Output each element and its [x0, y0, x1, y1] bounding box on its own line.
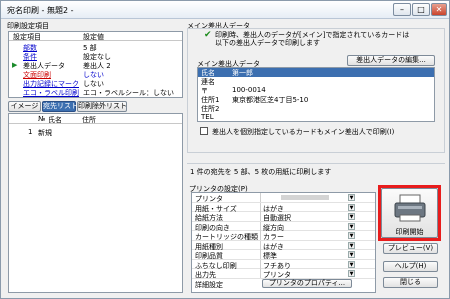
- tab-image[interactable]: イメージ: [8, 101, 41, 112]
- address-list-header: № 氏名 住所: [9, 114, 182, 124]
- sender-notice: 印刷時、差出人のデータが[メイン]で指定されているカードは以下の差出人データで印…: [215, 31, 410, 47]
- sender-row-address2: 住所2: [198, 104, 434, 113]
- printer-field-value[interactable]: ▼: [260, 193, 355, 202]
- printer-field-value[interactable]: はがき ▼: [260, 202, 355, 213]
- chevron-down-icon[interactable]: ▼: [348, 260, 355, 268]
- help-button[interactable]: ヘルプ(H): [383, 261, 438, 272]
- sender-field-value: 100-0014: [232, 86, 266, 94]
- chevron-down-icon[interactable]: ▼: [348, 203, 355, 211]
- chevron-down-icon[interactable]: ▼: [348, 194, 355, 201]
- sender-row-tel: TEL: [198, 113, 434, 122]
- divider: [187, 163, 445, 164]
- printer-row-cartridge[interactable]: カートリッジの種類 カラー ▼: [192, 231, 375, 241]
- settings-item-value: エコ・ラベルシール：しない: [83, 89, 174, 97]
- list-item-name: 新規: [38, 129, 52, 137]
- printer-field-value[interactable]: はがき ▼: [260, 240, 355, 251]
- printer-row-paper-size[interactable]: 用紙・サイズ はがき ▼: [192, 202, 375, 213]
- print-summary: 1 件の宛先を 5 部、5 枚の用紙に印刷します: [190, 168, 332, 176]
- print-dialog-window: 宛名印刷 - 無題2 - – □ ✕ 印刷設定項目 設定項目 設定値 部数 5 …: [0, 0, 450, 299]
- chevron-down-icon[interactable]: ▼: [348, 232, 355, 239]
- settings-items-table: 設定項目 設定値 部数 5 部 条件 設定なし ▶ 差出人データ 差出人 2 文…: [8, 31, 183, 98]
- printer-field-value[interactable]: カラー ▼: [260, 231, 355, 241]
- printer-row-printer[interactable]: プリンタ ▼: [192, 193, 375, 203]
- column-header-address: 住所: [82, 116, 96, 124]
- printer-field-label: 詳細設定: [195, 280, 223, 289]
- settings-item-label[interactable]: エコ・ラベル印刷: [23, 88, 79, 98]
- settings-group-title: 印刷設定項目: [7, 22, 49, 30]
- title-bar: 宛名印刷 - 無題2 - – □ ✕: [1, 1, 449, 19]
- address-list: № 氏名 住所 1 新規: [8, 113, 183, 293]
- sender-row-address1: 住所1 東京都港区芝4丁目5-10: [198, 95, 434, 104]
- chevron-down-icon[interactable]: ▼: [348, 222, 355, 230]
- printer-row-feed[interactable]: 給紙方法 自動選択 ▼: [192, 212, 375, 222]
- column-header-item: 設定項目: [13, 33, 41, 41]
- printer-field-value[interactable]: 自動選択 ▼: [260, 212, 355, 222]
- settings-row-mark[interactable]: 出力記録にマーク しない: [9, 79, 182, 88]
- column-header-value: 設定値: [83, 33, 104, 41]
- sender-row-name: 氏名 第一郎: [198, 68, 434, 77]
- list-item[interactable]: 1 新規: [9, 128, 182, 137]
- printer-row-output[interactable]: 出力先 プリンタ ▼: [192, 269, 375, 279]
- chevron-down-icon[interactable]: ▼: [348, 241, 355, 249]
- chevron-down-icon[interactable]: ▼: [348, 270, 355, 277]
- sender-field-label: TEL: [201, 113, 214, 121]
- printer-field-value[interactable]: プリンタ ▼: [260, 269, 355, 279]
- edit-sender-button[interactable]: 差出人データの編集...: [347, 55, 435, 66]
- maximize-button[interactable]: □: [412, 3, 430, 16]
- printer-field-value[interactable]: 標準 ▼: [260, 250, 355, 260]
- close-window-button[interactable]: ✕: [431, 3, 447, 16]
- settings-header: 設定項目 設定値: [9, 32, 182, 41]
- printer-row-quality[interactable]: 印刷品質 標準 ▼: [192, 250, 375, 260]
- preview-button[interactable]: プレビュー(V): [383, 243, 438, 254]
- printer-field-value[interactable]: フチあり ▼: [260, 259, 355, 270]
- override-sender-label: 差出人を個別指定しているカードもメイン差出人で印刷(I): [212, 128, 395, 136]
- printer-row-advanced: 詳細設定 プリンタのプロパティ...: [192, 278, 375, 289]
- printer-row-paper-type[interactable]: 用紙種別 はがき ▼: [192, 240, 375, 251]
- highlight-box: [378, 185, 441, 241]
- window-title: 宛名印刷 - 無題2 -: [7, 6, 74, 15]
- settings-row-condition[interactable]: 条件 設定なし: [9, 52, 182, 61]
- chevron-down-icon[interactable]: ▼: [348, 251, 355, 258]
- column-header-no: №: [38, 115, 46, 123]
- sender-row-joint: 連名: [198, 77, 434, 86]
- printer-name-blurred: [281, 195, 329, 200]
- close-button[interactable]: 閉じる: [383, 277, 438, 288]
- settings-row-eco-label[interactable]: エコ・ラベル印刷 エコ・ラベルシール：しない: [9, 88, 182, 97]
- tab-exclude-list[interactable]: 印刷除外リスト: [77, 101, 127, 112]
- tab-address-list[interactable]: 宛先リスト: [42, 101, 78, 112]
- info-icon: ✔: [204, 30, 212, 40]
- printer-row-borderless[interactable]: ふちなし印刷 フチあり ▼: [192, 259, 375, 270]
- override-sender-checkbox[interactable]: [200, 127, 208, 135]
- sender-row-zip: 〒 100-0014: [198, 86, 434, 95]
- settings-row-front-print[interactable]: 文面印刷 しない: [9, 70, 182, 79]
- sender-data-table: 氏名 第一郎 連名 〒 100-0014 住所1 東京都港区芝4丁目5-10 住…: [197, 67, 435, 122]
- list-item-no: 1: [28, 128, 33, 136]
- selected-arrow-icon: ▶: [12, 61, 18, 69]
- printer-field-value[interactable]: 縦方向 ▼: [260, 221, 355, 232]
- printer-row-orientation[interactable]: 印刷の向き 縦方向 ▼: [192, 221, 375, 232]
- chevron-down-icon[interactable]: ▼: [348, 213, 355, 220]
- printer-settings-table: プリンタ ▼ 用紙・サイズ はがき ▼ 給紙方法 自動選択 ▼ 印刷の向き 縦方向 ▼…: [191, 192, 376, 293]
- settings-row-copies[interactable]: 部数 5 部: [9, 43, 182, 52]
- printer-properties-button[interactable]: プリンタのプロパティ...: [262, 278, 352, 288]
- column-header-name: 氏名: [48, 116, 62, 124]
- minimize-button[interactable]: –: [393, 3, 411, 16]
- settings-row-sender[interactable]: ▶ 差出人データ 差出人 2: [9, 61, 182, 70]
